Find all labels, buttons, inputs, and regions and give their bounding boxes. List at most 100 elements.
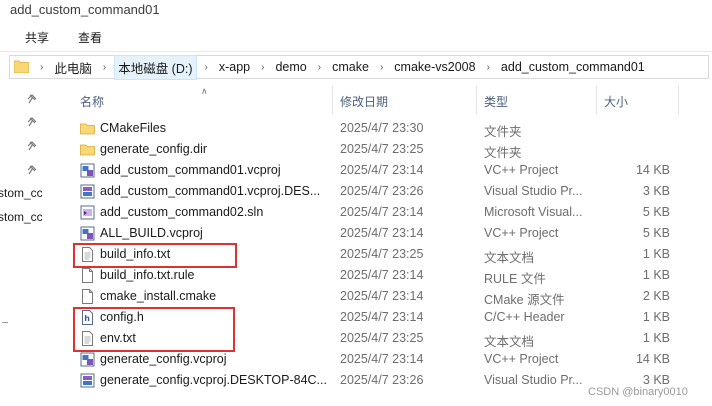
file-size: 1 KB — [642, 331, 670, 345]
chevron-right-icon[interactable]: › — [32, 62, 51, 73]
highlight-box — [73, 243, 237, 268]
crumb-x-app[interactable]: x-app — [216, 57, 253, 77]
file-type: 文本文档 — [484, 251, 535, 265]
folder-icon — [14, 60, 29, 73]
column-divider[interactable] — [596, 86, 597, 114]
file-date: 2025/4/7 23:30 — [340, 121, 424, 135]
crumb-current-folder[interactable]: add_custom_command01 — [498, 57, 648, 77]
column-date-modified[interactable]: 修改日期 — [340, 93, 388, 110]
file-type: Visual Studio Pr... — [484, 373, 583, 387]
sln-icon — [80, 205, 95, 220]
file-row[interactable]: ALL_BUILD.vcproj 2025/4/7 23:14 VC++ Pro… — [64, 223, 712, 244]
column-header: ∧ 名称 修改日期 类型 大小 — [64, 86, 712, 114]
pin-icon[interactable] — [27, 165, 37, 175]
vcproj-icon — [80, 226, 95, 241]
column-name[interactable]: 名称 — [80, 93, 104, 110]
file-date: 2025/4/7 23:14 — [340, 289, 424, 303]
file-size: 1 KB — [642, 247, 670, 261]
pin-icon[interactable] — [27, 94, 37, 104]
file-date: 2025/4/7 23:14 — [340, 205, 424, 219]
crumb-cmake[interactable]: cmake — [329, 57, 372, 77]
chevron-right-icon[interactable]: › — [310, 62, 329, 73]
chevron-right-icon[interactable]: › — [253, 62, 272, 73]
file-type: 文本文档 — [484, 335, 535, 349]
highlight-box — [73, 307, 235, 352]
file-size: 3 KB — [642, 184, 670, 198]
file-size: 1 KB — [642, 268, 670, 282]
file-type: Visual Studio Pr... — [484, 184, 583, 198]
column-divider[interactable] — [332, 86, 333, 114]
column-size[interactable]: 大小 — [604, 93, 628, 110]
crumb-this-pc[interactable]: 此电脑 — [51, 55, 95, 80]
file-size: 1 KB — [642, 310, 670, 324]
ribbon: 共享 查看 — [0, 20, 712, 52]
file-name: add_custom_command01.vcproj.DES... — [100, 184, 321, 198]
file-size: 14 KB — [635, 352, 670, 366]
file-size: 5 KB — [642, 205, 670, 219]
column-type[interactable]: 类型 — [484, 93, 508, 110]
crumb-demo[interactable]: demo — [272, 57, 309, 77]
folder-icon — [80, 123, 95, 135]
file-date: 2025/4/7 23:14 — [340, 352, 424, 366]
address-bar[interactable]: › 此电脑 › 本地磁盘 (D:) › x-app › demo › cmake… — [9, 54, 709, 80]
title-bar: add_custom_command01 — [0, 0, 712, 20]
file-row[interactable]: cmake_install.cmake 2025/4/7 23:14 CMake… — [64, 286, 712, 307]
file-row[interactable]: CMakeFiles 2025/4/7 23:30 文件夹 — [64, 118, 712, 139]
file-name: CMakeFiles — [100, 121, 166, 135]
column-divider[interactable] — [678, 86, 679, 114]
watermark: CSDN @binary0010 — [588, 386, 688, 398]
pin-icon[interactable] — [27, 141, 37, 151]
file-name: add_custom_command01.vcproj — [100, 163, 281, 177]
vcproj-icon — [80, 163, 95, 178]
file-date: 2025/4/7 23:26 — [340, 373, 424, 387]
chevron-right-icon[interactable]: › — [197, 62, 216, 73]
crumb-local-disk[interactable]: 本地磁盘 (D:) — [114, 54, 197, 80]
file-name: generate_config.vcproj — [100, 352, 227, 366]
file-date: 2025/4/7 23:25 — [340, 331, 424, 345]
nav-item-partial[interactable]: stom_cc — [0, 186, 43, 200]
divider — [2, 322, 8, 323]
blank-file-icon — [82, 268, 93, 283]
sort-up-icon: ∧ — [201, 86, 208, 96]
file-size: 5 KB — [642, 226, 670, 240]
file-size: 3 KB — [642, 373, 670, 387]
file-name: generate_config.dir — [100, 142, 208, 156]
file-date: 2025/4/7 23:26 — [340, 184, 424, 198]
file-date: 2025/4/7 23:25 — [340, 247, 424, 261]
file-row[interactable]: generate_config.dir 2025/4/7 23:25 文件夹 — [64, 139, 712, 160]
file-size: 2 KB — [642, 289, 670, 303]
file-date: 2025/4/7 23:14 — [340, 226, 424, 240]
file-type: VC++ Project — [484, 163, 559, 177]
chevron-right-icon[interactable]: › — [95, 62, 114, 73]
file-type: VC++ Project — [484, 352, 559, 366]
file-type: 文件夹 — [484, 146, 522, 160]
column-divider[interactable] — [476, 86, 477, 114]
crumb-cmake-vs2008[interactable]: cmake-vs2008 — [391, 57, 478, 77]
navigation-pane: stom_cc stom_cc — [0, 82, 62, 406]
file-name: build_info.txt.rule — [100, 268, 195, 282]
file-type: C/C++ Header — [484, 310, 565, 324]
chevron-right-icon[interactable]: › — [479, 62, 498, 73]
file-type: 文件夹 — [484, 125, 522, 139]
file-date: 2025/4/7 23:14 — [340, 163, 424, 177]
file-type: CMake 源文件 — [484, 293, 565, 307]
file-type: VC++ Project — [484, 226, 559, 240]
file-name: add_custom_command02.sln — [100, 205, 264, 219]
file-type: Microsoft Visual... — [484, 205, 583, 219]
file-date: 2025/4/7 23:14 — [340, 310, 424, 324]
file-row[interactable]: add_custom_command01.vcproj.DES... 2025/… — [64, 181, 712, 202]
folder-icon — [80, 144, 95, 156]
file-row[interactable]: build_info.txt.rule 2025/4/7 23:14 RULE … — [64, 265, 712, 286]
file-row[interactable]: add_custom_command01.vcproj 2025/4/7 23:… — [64, 160, 712, 181]
vs-user-icon — [80, 184, 95, 199]
breadcrumb: › 此电脑 › 本地磁盘 (D:) › x-app › demo › cmake… — [32, 54, 648, 80]
tab-share[interactable]: 共享 — [25, 29, 49, 46]
file-row[interactable]: generate_config.vcproj 2025/4/7 23:14 VC… — [64, 349, 712, 370]
file-name: ALL_BUILD.vcproj — [100, 226, 203, 240]
file-row[interactable]: add_custom_command02.sln 2025/4/7 23:14 … — [64, 202, 712, 223]
nav-item-partial[interactable]: stom_cc — [0, 210, 43, 224]
pin-icon[interactable] — [27, 117, 37, 127]
tab-view[interactable]: 查看 — [78, 29, 102, 46]
file-name: generate_config.vcproj.DESKTOP-84C... — [100, 373, 327, 387]
chevron-right-icon[interactable]: › — [372, 62, 391, 73]
